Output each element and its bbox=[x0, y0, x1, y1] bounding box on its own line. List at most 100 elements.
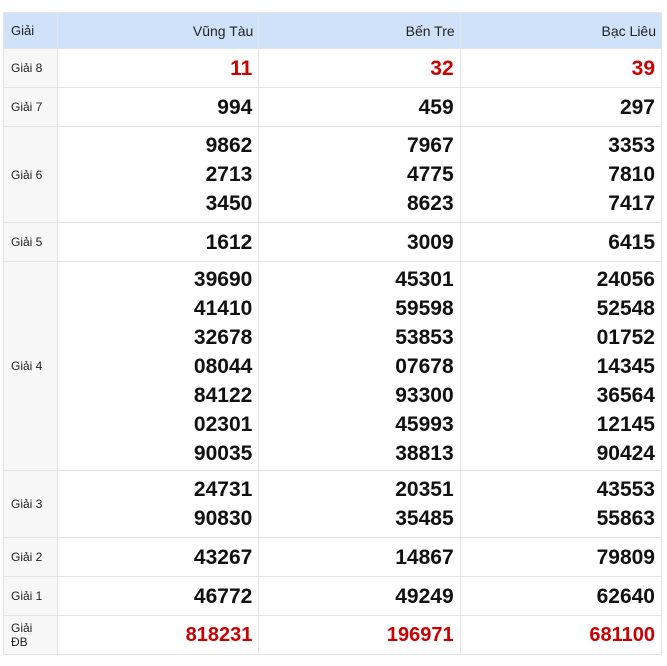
result-number: 7810 bbox=[608, 163, 655, 186]
prize-label: Giải 7 bbox=[3, 87, 58, 127]
result-number: 45301 bbox=[395, 267, 454, 291]
result-number: 14867 bbox=[395, 545, 454, 569]
result-cell: 459 bbox=[258, 87, 461, 127]
result-number: 4775 bbox=[406, 163, 454, 186]
prize-label: Giải 8 bbox=[3, 48, 58, 88]
result-number: 08044 bbox=[193, 354, 253, 378]
result-number: 7417 bbox=[608, 192, 655, 215]
prize-row-giai-2: Giải 2 43267 14867 79809 bbox=[3, 537, 663, 577]
result-number: 32 bbox=[430, 56, 454, 80]
result-number: 818231 bbox=[185, 623, 253, 646]
prize-label: Giải ĐB bbox=[3, 615, 58, 655]
result-number: 994 bbox=[217, 95, 253, 119]
result-number: 55863 bbox=[596, 507, 655, 530]
result-number: 59598 bbox=[395, 296, 454, 320]
prize-label: Giải 2 bbox=[3, 537, 58, 577]
prize-row-giai-5: Giải 5 1612 3009 6415 bbox=[3, 222, 663, 262]
prize-label: Giải 3 bbox=[3, 470, 58, 538]
result-number: 39 bbox=[631, 56, 655, 80]
result-cell: 62640 bbox=[459, 576, 663, 616]
result-number: 79809 bbox=[596, 545, 655, 569]
result-cell: 196971 bbox=[258, 615, 461, 655]
result-cell: 14867 bbox=[258, 537, 461, 577]
result-number: 12145 bbox=[596, 412, 655, 436]
lottery-results-table: Giải Vũng Tàu Bến Tre Bạc Liêu Giải 8 11… bbox=[3, 12, 663, 655]
result-cell: 11 bbox=[56, 48, 260, 88]
result-cell: 24056 52548 01752 14345 36564 12145 9042… bbox=[459, 261, 663, 471]
result-cell: 818231 bbox=[56, 615, 260, 655]
result-cell: 24731 90830 bbox=[56, 470, 260, 538]
result-number: 7967 bbox=[406, 134, 454, 157]
result-number: 32678 bbox=[193, 325, 253, 349]
result-number: 20351 bbox=[395, 478, 454, 501]
result-number: 36564 bbox=[596, 383, 655, 407]
result-number: 39690 bbox=[193, 267, 253, 291]
result-number: 35485 bbox=[395, 507, 454, 530]
prize-row-giai-1: Giải 1 46772 49249 62640 bbox=[3, 576, 663, 616]
result-number: 1612 bbox=[205, 230, 253, 254]
result-number: 07678 bbox=[395, 354, 454, 378]
result-number: 49249 bbox=[395, 584, 454, 608]
result-number: 14345 bbox=[596, 354, 655, 378]
result-number: 90830 bbox=[193, 507, 253, 530]
result-number: 84122 bbox=[193, 383, 253, 407]
prize-label: Giải 5 bbox=[3, 222, 58, 262]
province-header-ben-tre[interactable]: Bến Tre bbox=[258, 12, 461, 49]
result-cell: 1612 bbox=[56, 222, 260, 262]
result-number: 01752 bbox=[596, 325, 655, 349]
result-number: 52548 bbox=[596, 296, 655, 320]
prize-row-giai-8: Giải 8 11 32 39 bbox=[3, 48, 663, 88]
result-cell: 79809 bbox=[459, 537, 663, 577]
result-cell: 6415 bbox=[459, 222, 663, 262]
result-number: 43267 bbox=[193, 545, 253, 569]
result-number: 41410 bbox=[193, 296, 253, 320]
prize-row-giai-6: Giải 6 9862 2713 3450 7967 4775 8623 335… bbox=[3, 126, 663, 223]
result-cell: 32 bbox=[258, 48, 461, 88]
result-number: 46772 bbox=[193, 584, 253, 608]
result-cell: 45301 59598 53853 07678 93300 45993 3881… bbox=[258, 261, 461, 471]
prize-row-giai-db: Giải ĐB 818231 196971 681100 bbox=[3, 615, 663, 655]
result-number: 43553 bbox=[596, 478, 655, 501]
result-number: 681100 bbox=[589, 623, 655, 646]
result-number: 196971 bbox=[386, 623, 454, 646]
result-number: 93300 bbox=[395, 383, 454, 407]
result-number: 02301 bbox=[193, 412, 253, 436]
result-number: 24731 bbox=[193, 478, 253, 501]
result-cell: 20351 35485 bbox=[258, 470, 461, 538]
prize-label: Giải 6 bbox=[3, 126, 58, 223]
result-cell: 7967 4775 8623 bbox=[258, 126, 461, 223]
province-header-vung-tau[interactable]: Vũng Tàu bbox=[56, 12, 260, 49]
result-cell: 43267 bbox=[56, 537, 260, 577]
result-number: 3353 bbox=[608, 134, 655, 157]
result-number: 24056 bbox=[596, 267, 655, 291]
result-cell: 3353 7810 7417 bbox=[459, 126, 663, 223]
result-number: 90424 bbox=[596, 441, 655, 465]
result-cell: 46772 bbox=[56, 576, 260, 616]
result-number: 8623 bbox=[406, 192, 454, 215]
result-number: 38813 bbox=[395, 441, 454, 465]
result-number: 6415 bbox=[608, 230, 655, 254]
table-header-row: Giải Vũng Tàu Bến Tre Bạc Liêu bbox=[3, 12, 663, 49]
result-cell: 3009 bbox=[258, 222, 461, 262]
result-number: 11 bbox=[230, 56, 253, 80]
result-number: 90035 bbox=[193, 441, 253, 465]
province-header-bac-lieu[interactable]: Bạc Liêu bbox=[459, 12, 663, 49]
result-cell: 9862 2713 3450 bbox=[56, 126, 260, 223]
result-cell: 39690 41410 32678 08044 84122 02301 9003… bbox=[56, 261, 260, 471]
result-cell: 681100 bbox=[459, 615, 663, 655]
prize-label: Giải 1 bbox=[3, 576, 58, 616]
result-number: 53853 bbox=[395, 325, 454, 349]
prize-column-header: Giải bbox=[3, 12, 58, 49]
result-number: 62640 bbox=[596, 584, 655, 608]
result-cell: 49249 bbox=[258, 576, 461, 616]
result-number: 297 bbox=[619, 95, 655, 119]
result-cell: 43553 55863 bbox=[459, 470, 663, 538]
result-cell: 994 bbox=[56, 87, 260, 127]
prize-row-giai-3: Giải 3 24731 90830 20351 35485 43553 558… bbox=[3, 470, 663, 538]
result-number: 45993 bbox=[395, 412, 454, 436]
result-number: 9862 bbox=[205, 134, 253, 157]
result-cell: 39 bbox=[459, 48, 663, 88]
result-number: 2713 bbox=[205, 163, 253, 186]
result-number: 3009 bbox=[406, 230, 454, 254]
result-number: 3450 bbox=[205, 192, 253, 215]
